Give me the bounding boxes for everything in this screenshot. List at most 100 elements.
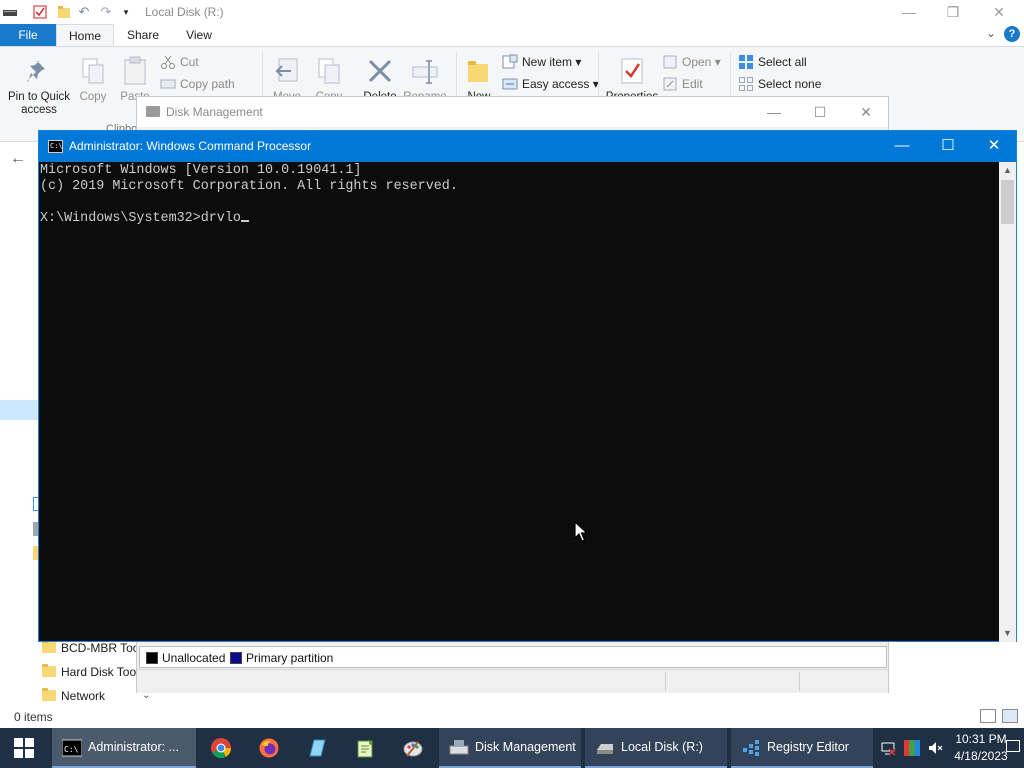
taskbar-app-disk-management[interactable]: Disk Management bbox=[439, 728, 581, 768]
notification-center-icon[interactable] bbox=[1006, 740, 1020, 752]
sidebar-item-network[interactable]: Network bbox=[40, 685, 136, 707]
display-settings-icon[interactable] bbox=[904, 740, 920, 756]
console-prompt-text: X:\Windows\System32>drvlo bbox=[40, 211, 241, 226]
taskbar-pin-chrome[interactable] bbox=[197, 728, 245, 768]
registry-icon bbox=[741, 738, 761, 758]
scrollbar-thumb[interactable] bbox=[1001, 180, 1014, 224]
windows-logo-icon bbox=[14, 738, 34, 758]
copy-path-label: Copy path bbox=[180, 77, 235, 91]
taskbar-app-label: Local Disk (R:) bbox=[621, 740, 703, 754]
tab-view[interactable]: View bbox=[174, 24, 224, 46]
status-item-count: 0 items bbox=[14, 710, 53, 724]
command-prompt-title: Administrator: Windows Command Processor bbox=[69, 139, 312, 153]
explorer-restore-button[interactable]: ❐ bbox=[930, 2, 976, 22]
command-prompt-window[interactable]: C:\ Administrator: Windows Command Proce… bbox=[38, 130, 1017, 642]
volume-muted-icon[interactable] bbox=[928, 740, 944, 756]
disk-management-maximize-button[interactable]: ☐ bbox=[797, 101, 843, 123]
large-icons-view-icon[interactable] bbox=[1002, 709, 1018, 723]
edit-label: Edit bbox=[682, 77, 703, 91]
edit-button[interactable]: Edit bbox=[662, 74, 703, 94]
help-icon[interactable]: ? bbox=[1004, 26, 1020, 42]
disk-management-title: Disk Management bbox=[166, 105, 263, 119]
tab-share[interactable]: Share bbox=[118, 24, 168, 46]
new-item-label: New item ▾ bbox=[522, 55, 582, 69]
cmd-maximize-button[interactable]: ☐ bbox=[925, 131, 971, 162]
select-all-label: Select all bbox=[758, 55, 807, 69]
explorer-minimize-button[interactable]: — bbox=[886, 2, 932, 22]
ribbon-tabs: File Home Share View ⌄ ? bbox=[0, 24, 1024, 46]
sidebar-item-label: BCD-MBR Tool bbox=[61, 641, 136, 655]
scroll-down-arrow-icon[interactable]: ▼ bbox=[999, 625, 1016, 642]
drive-icon bbox=[2, 4, 18, 20]
taskbar-pin-firefox[interactable] bbox=[245, 728, 293, 768]
drive-icon bbox=[595, 738, 615, 758]
console-line: Microsoft Windows [Version 10.0.19041.1] bbox=[40, 163, 362, 178]
legend-label: Unallocated bbox=[162, 651, 226, 665]
back-arrow-icon[interactable]: ← bbox=[10, 150, 26, 168]
ribbon-collapse-chevron-icon[interactable]: ⌄ bbox=[986, 26, 996, 40]
cut-label: Cut bbox=[180, 55, 199, 69]
taskbar-pin-notepad[interactable] bbox=[293, 728, 341, 768]
open-button[interactable]: Open ▾ bbox=[662, 52, 721, 72]
status-cell bbox=[665, 672, 666, 691]
scissors-icon bbox=[160, 54, 176, 70]
cmd-minimize-button[interactable]: — bbox=[879, 131, 925, 162]
sidebar-item-label: Network bbox=[61, 689, 106, 703]
command-prompt-titlebar[interactable]: C:\ Administrator: Windows Command Proce… bbox=[39, 131, 1016, 162]
explorer-title: Local Disk (R:) bbox=[145, 5, 224, 19]
taskbar-app-registry-editor[interactable]: Registry Editor bbox=[731, 728, 873, 768]
new-item-button[interactable]: New item ▾ bbox=[502, 52, 581, 72]
easy-access-button[interactable]: Easy access ▾ bbox=[502, 74, 599, 94]
edit-icon bbox=[662, 76, 678, 92]
properties-icon bbox=[616, 55, 648, 87]
tab-home[interactable]: Home bbox=[56, 24, 114, 46]
taskbar-pin-paint[interactable] bbox=[389, 728, 437, 768]
disk-management-titlebar: Disk Management — ☐ ✕ bbox=[137, 97, 888, 127]
select-none-button[interactable]: Select none bbox=[738, 74, 821, 94]
taskbar-app-label: Registry Editor bbox=[767, 740, 849, 754]
legend-unallocated: Unallocated bbox=[146, 650, 225, 666]
legend-swatch bbox=[146, 652, 158, 664]
cmd-close-button[interactable]: ✕ bbox=[971, 131, 1017, 162]
delete-x-icon bbox=[364, 55, 396, 87]
taskbar-app-command-prompt[interactable]: C:\ Administrator: ... bbox=[52, 728, 196, 768]
taskbar-app-local-disk[interactable]: Local Disk (R:) bbox=[585, 728, 727, 768]
sidebar-item-hard-disk-tool[interactable]: Hard Disk Tool bbox=[40, 661, 136, 683]
tab-file[interactable]: File bbox=[0, 24, 56, 46]
status-cell bbox=[799, 672, 800, 691]
redo-icon[interactable]: ↷ bbox=[98, 4, 114, 20]
pin-to-quick-access-button[interactable]: Pin to Quick access bbox=[4, 55, 74, 117]
sidebar-selected-item[interactable] bbox=[0, 400, 40, 420]
details-view-icon[interactable] bbox=[980, 709, 996, 723]
undo-icon[interactable]: ↶ bbox=[76, 4, 92, 20]
easy-access-icon bbox=[502, 76, 518, 92]
rename-icon bbox=[409, 55, 441, 87]
disk-management-statusbar bbox=[137, 669, 888, 693]
properties-qa-icon[interactable] bbox=[32, 4, 48, 20]
start-button[interactable] bbox=[0, 728, 48, 768]
folder-icon bbox=[42, 688, 56, 701]
legend-swatch bbox=[230, 652, 242, 664]
network-disconnected-icon[interactable] bbox=[880, 740, 896, 756]
console-output[interactable]: Microsoft Windows [Version 10.0.19041.1]… bbox=[39, 162, 1000, 642]
taskbar-app-label: Disk Management bbox=[475, 740, 576, 754]
select-none-label: Select none bbox=[758, 77, 822, 91]
taskbar: C:\ Administrator: ... Disk Management L… bbox=[0, 728, 1024, 768]
new-folder-qa-icon[interactable] bbox=[56, 4, 72, 20]
copy-button[interactable]: Copy bbox=[74, 55, 112, 104]
copy-path-button[interactable]: Copy path bbox=[160, 74, 235, 94]
cut-button[interactable]: Cut bbox=[160, 52, 199, 72]
taskbar-app-label: Administrator: ... bbox=[88, 740, 179, 754]
disk-management-close-button[interactable]: ✕ bbox=[843, 101, 889, 123]
console-scrollbar[interactable]: ▲ ▼ bbox=[999, 162, 1016, 642]
legend-label: Primary partition bbox=[246, 651, 334, 665]
disk-management-minimize-button[interactable]: — bbox=[751, 101, 797, 123]
customize-qa-chevron-icon[interactable]: ▾ bbox=[118, 4, 134, 20]
scroll-up-arrow-icon[interactable]: ▲ bbox=[999, 162, 1016, 179]
taskbar-pin-notepad-plus[interactable] bbox=[341, 728, 389, 768]
console-prompt-line[interactable]: X:\Windows\System32>drvlo bbox=[40, 211, 1000, 227]
folder-icon bbox=[42, 640, 56, 653]
select-all-button[interactable]: Select all bbox=[738, 52, 807, 72]
explorer-close-button[interactable]: ✕ bbox=[976, 2, 1022, 22]
